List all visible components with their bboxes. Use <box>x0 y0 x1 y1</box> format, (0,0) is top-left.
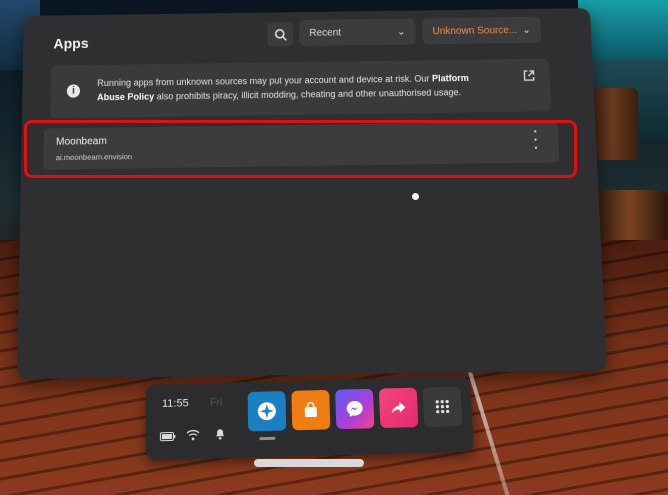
store-icon <box>302 401 318 418</box>
share-app-button[interactable] <box>378 387 419 429</box>
apps-panel: Apps Recent ⌄ Unknown Source... ⌄ i Runn… <box>16 8 607 380</box>
messenger-icon <box>346 400 363 418</box>
search-icon <box>273 28 286 41</box>
app-library-button[interactable] <box>422 386 463 427</box>
home-bar-handle[interactable] <box>254 459 364 467</box>
source-filter-value: Unknown Source... <box>432 24 518 37</box>
clock: 11:55 <box>161 397 189 410</box>
source-filter-dropdown[interactable]: Unknown Source... ⌄ <box>422 16 542 45</box>
active-app-indicator <box>259 436 276 441</box>
search-button[interactable] <box>267 22 294 47</box>
notice-text: Running apps from unknown sources may pu… <box>97 71 486 105</box>
clock-day-faded: Fri <box>209 396 223 409</box>
battery-icon[interactable] <box>160 431 176 441</box>
bell-icon[interactable] <box>214 427 226 440</box>
notice-text-after: also prohibits piracy, illicit modding, … <box>154 87 462 102</box>
page-title: Apps <box>53 34 89 52</box>
sort-dropdown[interactable]: Recent ⌄ <box>299 18 416 47</box>
app-library-icon <box>435 399 450 414</box>
external-link-button[interactable] <box>522 69 536 87</box>
chevron-down-icon: ⌄ <box>396 26 406 38</box>
chevron-down-icon: ⌄ <box>522 24 531 36</box>
sort-dropdown-value: Recent <box>309 26 342 39</box>
share-icon <box>391 401 406 414</box>
explore-app-button[interactable] <box>247 391 287 432</box>
environment-barrel <box>592 190 668 246</box>
notice-text-before: Running apps from unknown sources may pu… <box>97 73 433 89</box>
store-app-button[interactable] <box>291 389 331 431</box>
wifi-icon[interactable] <box>186 429 200 441</box>
explore-icon <box>257 402 277 421</box>
external-link-icon <box>522 69 536 82</box>
pointer-cursor <box>412 193 419 200</box>
info-icon: i <box>66 84 81 98</box>
universal-menu-dock: 11:55 Fri <box>145 376 475 461</box>
unknown-sources-notice: i Running apps from unknown sources may … <box>50 58 552 119</box>
selection-highlight <box>24 120 577 178</box>
messenger-app-button[interactable] <box>335 388 375 430</box>
